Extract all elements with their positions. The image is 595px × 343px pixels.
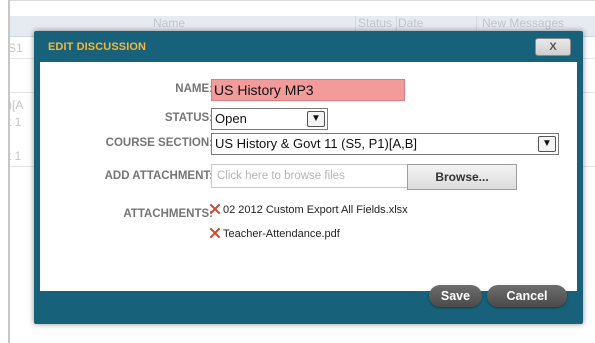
attachment-filename[interactable]: 02 2012 Custom Export All Fields.xlsx [223, 204, 408, 216]
chevron-down-icon[interactable]: ▼ [538, 136, 556, 152]
close-icon: X [549, 41, 557, 53]
status-select[interactable]: Open ▼ [211, 108, 328, 130]
attachment-filename[interactable]: Teacher-Attendance.pdf [223, 228, 340, 240]
chevron-down-icon[interactable]: ▼ [307, 111, 325, 127]
name-label: NAME: [175, 83, 213, 95]
remove-x-icon[interactable] [209, 227, 221, 239]
dialog-title: EDIT DISCUSSION [48, 41, 147, 53]
remove-x-icon[interactable] [209, 203, 221, 215]
attachment-file-input[interactable]: Click here to browse files [211, 164, 412, 188]
status-row: STATUS: Open ▼ [40, 108, 577, 130]
attachment-item: 02 2012 Custom Export All Fields.xlsx [209, 203, 408, 217]
attachment-item: Teacher-Attendance.pdf [209, 227, 340, 241]
add-attachment-label: ADD ATTACHMENT: [104, 170, 213, 182]
name-row: NAME: US History MP3 [40, 79, 577, 101]
course-label: COURSE SECTION: [105, 137, 213, 149]
dialog-body: NAME: US History MP3 STATUS: Open ▼ COUR… [40, 62, 577, 307]
close-button[interactable]: X [535, 38, 571, 56]
name-input[interactable]: US History MP3 [211, 79, 405, 101]
course-section-select[interactable]: US History & Govt 11 (S5, P1)[A,B] ▼ [211, 133, 559, 155]
save-button[interactable]: Save [429, 285, 482, 307]
browse-button[interactable]: Browse... [407, 164, 517, 190]
status-label: STATUS: [164, 112, 213, 124]
edit-discussion-dialog: EDIT DISCUSSION X NAME: US History MP3 S… [34, 31, 583, 324]
cancel-button[interactable]: Cancel [487, 285, 567, 307]
status-value: Open [215, 111, 247, 126]
course-row: COURSE SECTION: US History & Govt 11 (S5… [40, 133, 577, 155]
add-attachment-row: ADD ATTACHMENT: Click here to browse fil… [40, 164, 577, 190]
course-value: US History & Govt 11 (S5, P1)[A,B] [215, 136, 418, 151]
attachments-label: ATTACHMENTS: [123, 208, 213, 220]
